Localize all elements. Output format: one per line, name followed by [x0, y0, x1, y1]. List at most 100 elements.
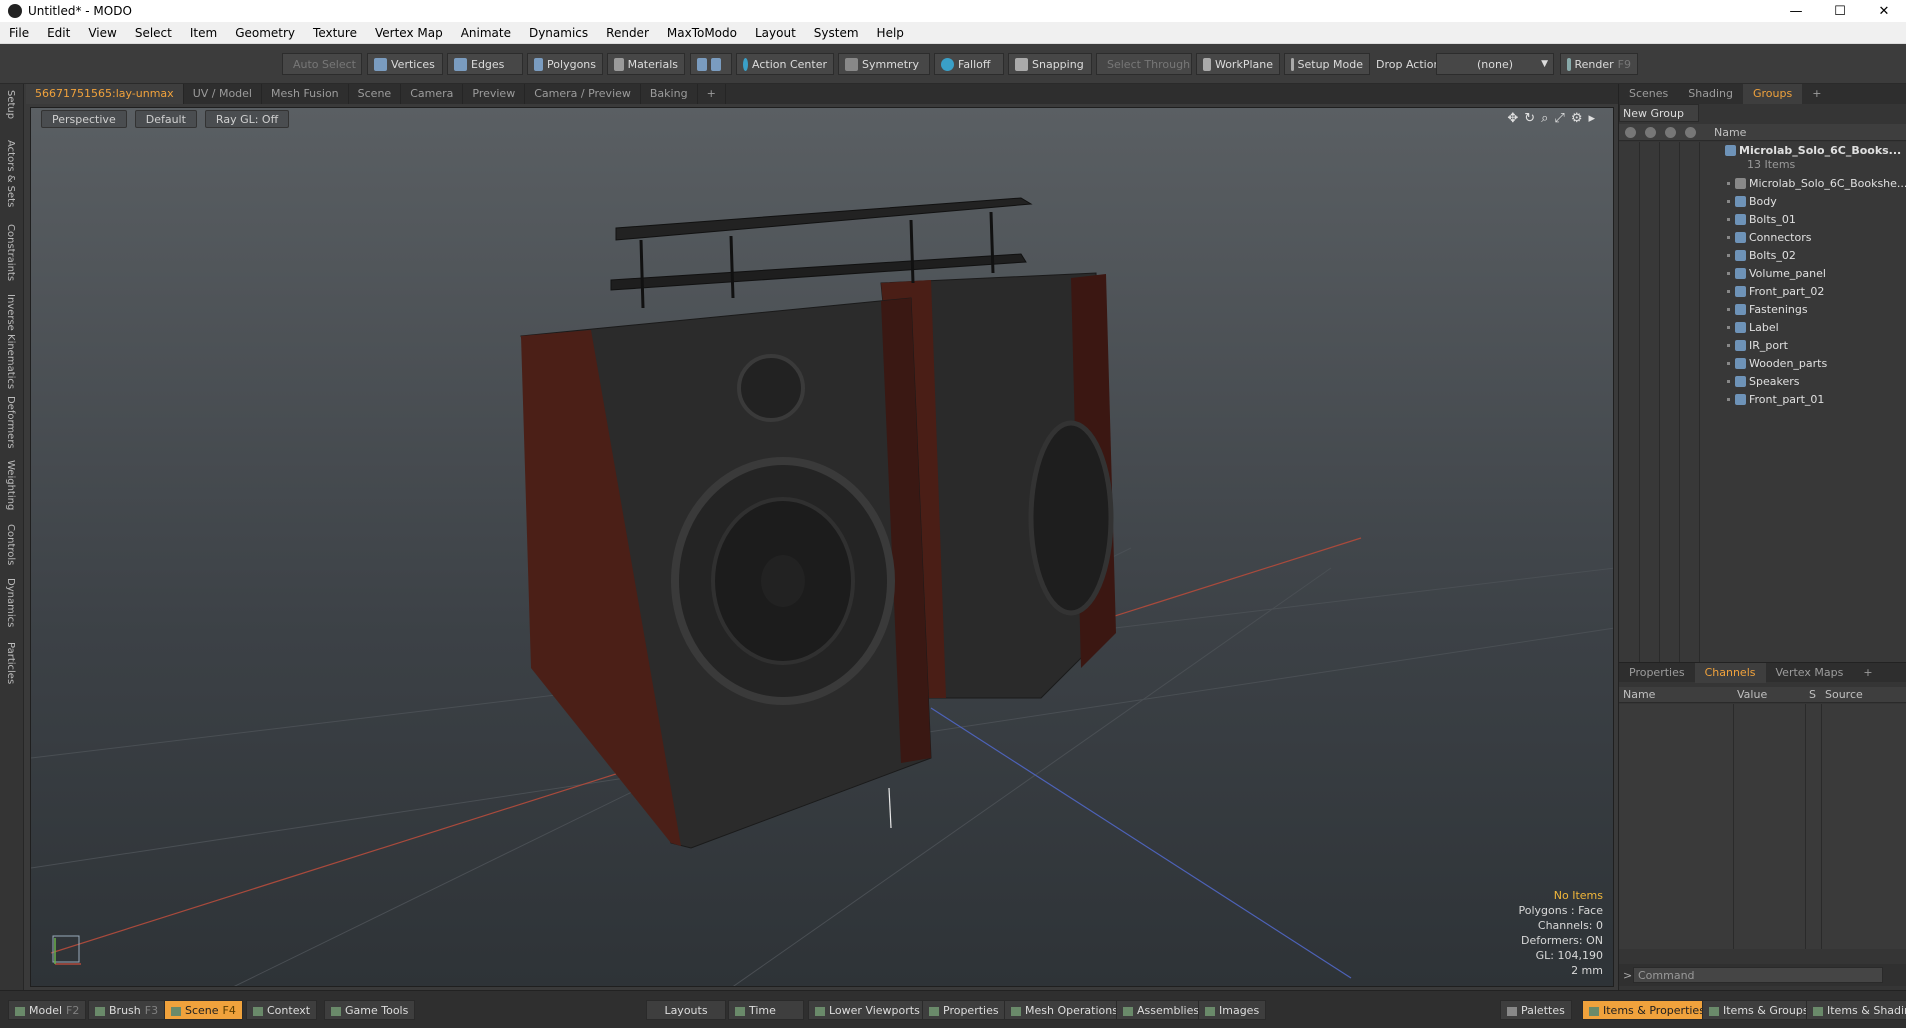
tab-shading[interactable]: Shading	[1678, 84, 1743, 104]
gear-icon[interactable]: ⚙	[1571, 111, 1583, 126]
menu-select[interactable]: Select	[126, 26, 181, 40]
edges-button[interactable]: Edges	[447, 53, 523, 75]
action-center-button[interactable]: Action Center	[736, 53, 834, 75]
tab-scenes[interactable]: Scenes	[1619, 84, 1678, 104]
images-button[interactable]: Images	[1198, 1000, 1267, 1020]
menu-animate[interactable]: Animate	[452, 26, 520, 40]
rotate-icon[interactable]: ↻	[1524, 111, 1535, 126]
list-item[interactable]: Bolts_01	[1619, 211, 1906, 229]
tab-constraints[interactable]: Constraints	[5, 224, 16, 281]
game-tools-button[interactable]: Game Tools	[324, 1000, 416, 1020]
setup-mode-button[interactable]: Setup Mode	[1284, 53, 1370, 75]
vertices-button[interactable]: Vertices	[367, 53, 443, 75]
close-button[interactable]: ✕	[1862, 0, 1906, 22]
add-panel-tab-button[interactable]: +	[1802, 84, 1831, 104]
workplane-button[interactable]: WorkPlane	[1196, 53, 1280, 75]
polygons-button[interactable]: Polygons	[527, 53, 603, 75]
menu-view[interactable]: View	[79, 26, 125, 40]
tab-baking[interactable]: Baking	[641, 84, 698, 104]
tab-uv-model[interactable]: UV / Model	[184, 84, 262, 104]
items-groups-button[interactable]: Items & Groups	[1702, 1000, 1816, 1020]
tab-vertex-maps[interactable]: Vertex Maps	[1766, 663, 1854, 683]
tab-scene[interactable]: Scene	[349, 84, 402, 104]
list-item[interactable]: IR_port	[1619, 337, 1906, 355]
menu-geometry[interactable]: Geometry	[226, 26, 304, 40]
layouts-button[interactable]: Layouts	[646, 1000, 726, 1020]
tab-layout-unmax[interactable]: 56671751565:lay-unmax	[26, 84, 184, 104]
mesh-operations-button[interactable]: Mesh Operations	[1004, 1000, 1125, 1020]
list-item[interactable]: Microlab_Solo_6C_Bookshe...	[1619, 175, 1906, 193]
menu-vertex-map[interactable]: Vertex Map	[366, 26, 452, 40]
tab-properties[interactable]: Properties	[1619, 663, 1695, 683]
add-tab-button[interactable]: +	[698, 84, 726, 104]
list-item[interactable]: Connectors	[1619, 229, 1906, 247]
menu-dynamics[interactable]: Dynamics	[520, 26, 597, 40]
drop-action-select[interactable]: (none) ▼	[1436, 53, 1554, 75]
list-item[interactable]: Body	[1619, 193, 1906, 211]
menu-system[interactable]: System	[805, 26, 868, 40]
context-button[interactable]: Context	[246, 1000, 318, 1020]
list-item[interactable]: Front_part_01	[1619, 391, 1906, 409]
raygl-toggle[interactable]: Ray GL: Off	[204, 110, 290, 128]
palettes-button[interactable]: Palettes	[1500, 1000, 1572, 1020]
menu-layout[interactable]: Layout	[746, 26, 805, 40]
selection-sets-button[interactable]	[690, 53, 732, 75]
view-mode-dropdown[interactable]: Perspective	[41, 110, 127, 128]
command-input[interactable]: Command	[1633, 967, 1883, 983]
select-through-button[interactable]: Select Through	[1096, 53, 1192, 75]
list-item[interactable]: Speakers	[1619, 373, 1906, 391]
fit-icon[interactable]: ⤢	[1554, 111, 1564, 126]
tab-channels[interactable]: Channels	[1694, 662, 1766, 683]
auto-select-button[interactable]: Auto Select	[282, 53, 362, 75]
3d-viewport[interactable]: Perspective Default Ray GL: Off ✥ ↻ ⌕ ⤢ …	[30, 107, 1614, 987]
model-layout-button[interactable]: Model F2	[8, 1000, 87, 1020]
list-item[interactable]: Volume_panel	[1619, 265, 1906, 283]
assemblies-button[interactable]: Assemblies	[1116, 1000, 1207, 1020]
tab-inverse-kinematics[interactable]: Inverse Kinematics	[5, 294, 16, 389]
scene-layout-button[interactable]: Scene F4	[164, 1000, 243, 1020]
zoom-icon[interactable]: ⌕	[1541, 111, 1548, 126]
symmetry-button[interactable]: Symmetry	[838, 53, 930, 75]
menu-file[interactable]: File	[0, 26, 38, 40]
menu-texture[interactable]: Texture	[304, 26, 366, 40]
tab-deformers[interactable]: Deformers	[5, 396, 16, 449]
tab-setup[interactable]: Setup	[5, 90, 16, 119]
brush-layout-button[interactable]: Brush F3	[88, 1000, 166, 1020]
menu-maxtomodo[interactable]: MaxToModo	[658, 26, 746, 40]
tab-camera[interactable]: Camera	[401, 84, 464, 104]
properties-button[interactable]: Properties	[922, 1000, 1006, 1020]
tab-camera-preview[interactable]: Camera / Preview	[525, 84, 641, 104]
items-properties-button[interactable]: Items & Properties	[1582, 1000, 1712, 1020]
list-item[interactable]: Wooden_parts	[1619, 355, 1906, 373]
shading-dropdown[interactable]: Default	[134, 110, 197, 128]
pan-icon[interactable]: ✥	[1507, 111, 1518, 126]
list-item[interactable]: Bolts_02	[1619, 247, 1906, 265]
tab-actors-sets[interactable]: Actors & Sets	[5, 140, 16, 207]
tab-preview[interactable]: Preview	[463, 84, 526, 104]
tab-weighting[interactable]: Weighting	[5, 460, 16, 510]
materials-button[interactable]: Materials	[607, 53, 685, 75]
add-panel-tab-button[interactable]: +	[1853, 663, 1882, 683]
menu-edit[interactable]: Edit	[38, 26, 79, 40]
list-item[interactable]: Label	[1619, 319, 1906, 337]
snapping-button[interactable]: Snapping	[1008, 53, 1092, 75]
maximize-button[interactable]: ☐	[1818, 0, 1862, 22]
tab-dynamics[interactable]: Dynamics	[5, 578, 16, 627]
items-shading-button[interactable]: Items & Shading	[1806, 1000, 1906, 1020]
list-item[interactable]: Front_part_02	[1619, 283, 1906, 301]
list-item[interactable]: Fastenings	[1619, 301, 1906, 319]
falloff-button[interactable]: Falloff	[934, 53, 1004, 75]
menu-item[interactable]: Item	[181, 26, 226, 40]
render-button[interactable]: Render F9	[1560, 53, 1638, 75]
lower-viewports-button[interactable]: Lower Viewports	[808, 1000, 927, 1020]
menu-render[interactable]: Render	[597, 26, 658, 40]
new-group-button[interactable]: New Group	[1619, 104, 1699, 122]
tab-mesh-fusion[interactable]: Mesh Fusion	[262, 84, 349, 104]
menu-help[interactable]: Help	[868, 26, 913, 40]
tab-groups[interactable]: Groups	[1742, 84, 1803, 104]
time-button[interactable]: Time	[728, 1000, 804, 1020]
tab-particles[interactable]: Particles	[5, 642, 16, 684]
tab-controls[interactable]: Controls	[5, 524, 16, 565]
expand-arrow-icon[interactable]: ▸	[1588, 111, 1595, 126]
minimize-button[interactable]: —	[1774, 0, 1818, 22]
